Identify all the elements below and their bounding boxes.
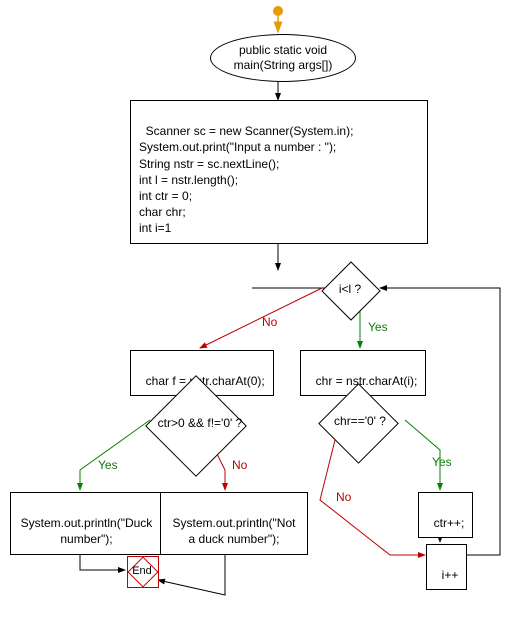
flowchart-canvas: public static void main(String args[]) S…: [0, 0, 522, 633]
init-text: Scanner sc = new Scanner(System.in); Sys…: [139, 124, 353, 235]
ctrInc-text: ctr++;: [434, 516, 465, 530]
ctrInc-node: ctr++;: [418, 492, 473, 538]
cond1-no-label: No: [262, 315, 277, 329]
duck-node: System.out.println("Duck number");: [10, 492, 163, 555]
notDuck-text: System.out.println("Not a duck number");: [173, 516, 296, 546]
notDuck-node: System.out.println("Not a duck number");: [160, 492, 308, 555]
iInc-node: i++: [426, 544, 467, 590]
charAtI-text: chr = nstr.charAt(i);: [316, 374, 418, 388]
cond1-yes-label: Yes: [368, 320, 388, 334]
main-node: public static void main(String args[]): [210, 34, 356, 82]
chrZero-no-label: No: [336, 490, 351, 504]
chrZero-yes-label: Yes: [432, 455, 452, 469]
end-inner-icon: [127, 556, 158, 587]
iInc-text: i++: [442, 568, 459, 582]
ctrF-yes-label: Yes: [98, 458, 118, 472]
duck-text: System.out.println("Duck number");: [21, 516, 153, 546]
end-node: [127, 556, 159, 588]
init-node: Scanner sc = new Scanner(System.in); Sys…: [130, 100, 428, 244]
ctrF-no-label: No: [232, 458, 247, 472]
cond1-node: [321, 261, 380, 320]
start-node: [273, 6, 283, 16]
main-text: public static void main(String args[]): [215, 43, 351, 73]
